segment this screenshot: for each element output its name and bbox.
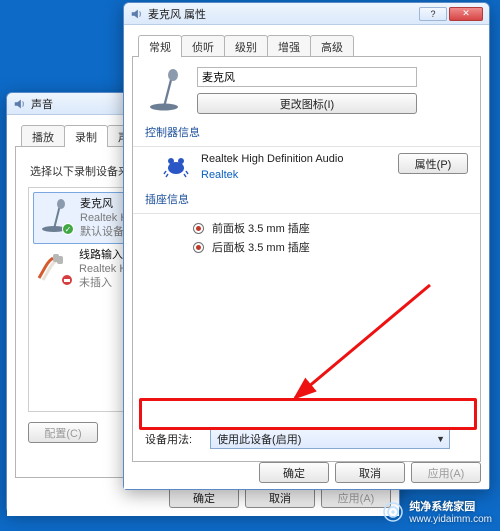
device-name-input[interactable] (197, 67, 417, 87)
sound-ok-button[interactable]: 确定 (169, 487, 239, 508)
sound-cancel-button[interactable]: 取消 (245, 487, 315, 508)
configure-button[interactable]: 配置(C) (28, 422, 98, 443)
sound-apply-button[interactable]: 应用(A) (321, 487, 391, 508)
watermark-name: 纯净系统家园 (409, 498, 492, 514)
controller-name: Realtek High Definition Audio (201, 153, 386, 165)
tab-recording[interactable]: 录制 (64, 125, 108, 147)
tab-general[interactable]: 常规 (138, 35, 182, 57)
jack-dot-icon (193, 242, 204, 253)
jack-dot-icon (193, 223, 204, 234)
change-icon-button[interactable]: 更改图标(I) (197, 93, 417, 114)
mic-ok-button[interactable]: 确定 (259, 462, 329, 483)
mic-tabpanel: 更改图标(I) 控制器信息 Realtek High Definition Au… (132, 56, 481, 462)
watermark: 纯净系统家园 www.yidaimm.com (383, 498, 492, 525)
default-check-icon: ✓ (62, 223, 74, 235)
sound-title: 声音 (31, 96, 53, 112)
jack-label: 后面板 3.5 mm 插座 (212, 239, 310, 255)
tab-advanced[interactable]: 高级 (310, 35, 354, 57)
speaker-icon (130, 7, 144, 21)
help-button[interactable]: ? (419, 7, 447, 21)
chevron-down-icon: ▼ (436, 434, 445, 444)
tab-playback[interactable]: 播放 (21, 125, 65, 147)
tab-enhance[interactable]: 增强 (267, 35, 311, 57)
controller-properties-button[interactable]: 属性(P) (398, 153, 468, 174)
tab-listen[interactable]: 侦听 (181, 35, 225, 57)
not-plugged-icon (61, 274, 73, 286)
usage-value: 使用此设备(启用) (217, 431, 301, 447)
linein-icon (35, 248, 71, 284)
tab-levels[interactable]: 级别 (224, 35, 268, 57)
controller-vendor-link[interactable]: Realtek (201, 169, 386, 181)
jack-label: 前面板 3.5 mm 插座 (212, 220, 310, 236)
mic-tabs: 常规 侦听 级别 增强 高级 更改图标(I) 控制器 (132, 29, 481, 481)
watermark-logo-icon (383, 502, 403, 522)
jack-front: 前面板 3.5 mm 插座 (193, 220, 468, 236)
mic-properties-window: 麦克风 属性 ? ✕ 常规 侦听 级别 增强 高级 (123, 2, 490, 490)
mic-title: 麦克风 属性 (148, 6, 206, 22)
jack-group-label: 插座信息 (145, 191, 468, 207)
mic-titlebar[interactable]: 麦克风 属性 ? ✕ (124, 3, 489, 25)
jack-rear: 后面板 3.5 mm 插座 (193, 239, 468, 255)
close-button[interactable]: ✕ (449, 7, 483, 21)
device-usage-select[interactable]: 使用此设备(启用) ▼ (210, 429, 450, 449)
watermark-url: www.yidaimm.com (409, 514, 492, 525)
mic-cancel-button[interactable]: 取消 (335, 462, 405, 483)
usage-label: 设备用法: (145, 431, 192, 447)
realtek-crab-icon (163, 153, 189, 179)
mic-apply-button[interactable]: 应用(A) (411, 462, 481, 483)
controller-group-label: 控制器信息 (145, 124, 468, 140)
device-usage-row: 设备用法: 使用此设备(启用) ▼ (145, 429, 468, 449)
mic-large-icon (145, 67, 183, 111)
mic-icon: ✓ (36, 197, 72, 233)
speaker-icon (13, 97, 27, 111)
